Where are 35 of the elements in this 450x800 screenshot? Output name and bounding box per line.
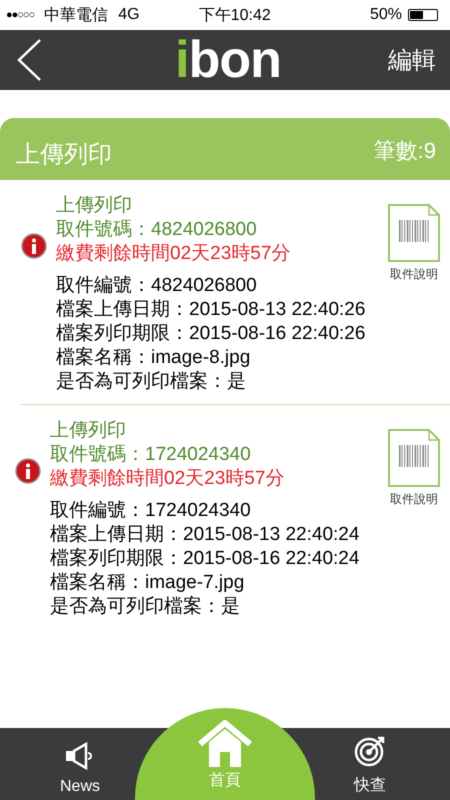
pickup-help-button[interactable]: 取件說明 bbox=[388, 204, 440, 283]
pickup-code: 取件號碼：4824026800 bbox=[56, 218, 258, 242]
clock-time: 下午10:42 bbox=[198, 6, 271, 26]
detail-line: 檔案列印期限：2015-08-16 22:40:24 bbox=[50, 547, 360, 571]
tab-button[interactable]: News bbox=[40, 742, 120, 800]
network-type: 4G bbox=[118, 6, 140, 24]
barcode-document-icon bbox=[388, 204, 440, 262]
detail-line: 檔案上傳日期：2015-08-13 22:40:26 bbox=[56, 298, 366, 322]
detail-line: 檔案上傳日期：2015-08-13 22:40:24 bbox=[50, 523, 360, 547]
info-icon bbox=[14, 457, 42, 485]
detail-line: 是否為可列印檔案：是 bbox=[56, 370, 247, 394]
detail-line: 檔案名稱：image-8.jpg bbox=[56, 346, 252, 370]
barcode-document-icon bbox=[388, 429, 440, 487]
battery-percent: 50% bbox=[370, 6, 402, 24]
pickup-code: 取件號碼：1724024340 bbox=[50, 443, 252, 467]
carrier-name: 中華電信 bbox=[44, 6, 108, 26]
payment-countdown: 繳費剩餘時間02天23時57分 bbox=[56, 242, 292, 266]
detail-line: 是否為可列印檔案：是 bbox=[50, 595, 241, 619]
target-icon bbox=[354, 735, 386, 767]
edit-button[interactable]: 編輯 bbox=[388, 44, 436, 76]
detail-line: 檔案列印期限：2015-08-16 22:40:26 bbox=[56, 322, 366, 346]
info-icon bbox=[20, 232, 48, 260]
detail-line: 取件編號：4824026800 bbox=[56, 274, 258, 298]
payment-countdown: 繳費剩餘時間02天23時57分 bbox=[50, 467, 286, 491]
app-logo: ibon bbox=[175, 32, 281, 88]
section-title: 上傳列印 bbox=[16, 140, 112, 170]
record-count: 筆數:9 bbox=[374, 137, 436, 165]
item-title: 上傳列印 bbox=[56, 194, 133, 218]
pickup-help-button[interactable]: 取件說明 bbox=[388, 429, 440, 508]
detail-line: 取件編號：1724024340 bbox=[50, 499, 252, 523]
detail-line: 檔案名稱：image-7.jpg bbox=[50, 571, 246, 595]
home-icon bbox=[197, 720, 253, 768]
signal-dots: ●●○○○ bbox=[6, 9, 34, 21]
item-title: 上傳列印 bbox=[50, 419, 127, 443]
tab-button[interactable]: 快查 bbox=[330, 735, 410, 800]
